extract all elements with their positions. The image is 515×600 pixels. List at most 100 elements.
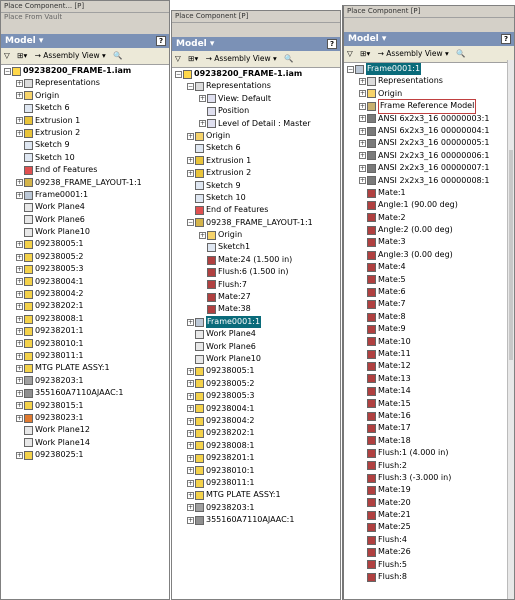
tree-node[interactable]: Mate:1 — [344, 187, 514, 199]
tree-node[interactable]: Mate:18 — [344, 435, 514, 447]
expand-icon[interactable]: + — [359, 78, 366, 86]
tree-node[interactable]: + ANSI 6x2x3_16 00000004:1 — [344, 125, 514, 137]
expand-icon[interactable]: + — [16, 290, 23, 298]
tree-node[interactable]: Mate:38 — [172, 303, 340, 315]
tree-node[interactable]: Flush:1 (4.000 in) — [344, 447, 514, 459]
tree-node[interactable]: Mate:26 — [344, 546, 514, 558]
expand-icon[interactable]: + — [16, 265, 23, 273]
expand-icon[interactable]: + — [187, 368, 194, 376]
expand-icon[interactable]: + — [16, 92, 23, 100]
tree-node[interactable]: +09238008:1 — [1, 313, 169, 325]
expand-icon[interactable]: + — [199, 231, 206, 239]
tree-node[interactable]: Angle:2 (0.00 deg) — [344, 224, 514, 236]
expand-icon[interactable]: + — [187, 405, 194, 413]
tree-node[interactable]: + Extrusion 1 — [1, 115, 169, 127]
assembly-view-dropdown[interactable]: → Assembly View ▾ — [378, 49, 449, 58]
tree-node[interactable]: Flush:3 (-3.000 in) — [344, 472, 514, 484]
assembly-view-dropdown[interactable]: → Assembly View ▾ — [206, 54, 277, 63]
expand-icon[interactable]: + — [187, 430, 194, 438]
tree-node[interactable]: +09238203:1 — [172, 502, 340, 514]
expand-icon[interactable]: + — [16, 117, 23, 125]
expand-icon[interactable]: + — [16, 352, 23, 360]
tree-node[interactable]: +09238203:1 — [1, 375, 169, 387]
tree-node[interactable]: Sketch 6 — [172, 142, 340, 154]
tree-node[interactable]: Angle:1 (90.00 deg) — [344, 199, 514, 211]
tree-node[interactable]: + Origin — [1, 90, 169, 102]
expand-icon[interactable]: + — [187, 491, 194, 499]
tree-node[interactable]: + Frame0001:1 — [172, 315, 340, 329]
tree-node[interactable]: Mate:4 — [344, 261, 514, 273]
expand-icon[interactable]: + — [16, 377, 23, 385]
tree-node[interactable]: Mate:3 — [344, 236, 514, 248]
tree-node[interactable]: Mate:21 — [344, 509, 514, 521]
tree-node[interactable]: Mate:17 — [344, 422, 514, 434]
tree-node[interactable]: Mate:11 — [344, 348, 514, 360]
tree-node[interactable]: + Level of Detail : Master — [172, 118, 340, 130]
tree-node[interactable]: +09238202:1 — [172, 427, 340, 439]
tree-node[interactable]: +09238023:1 — [1, 412, 169, 424]
tree-node[interactable]: + Frame0001:1 — [1, 189, 169, 201]
tree-node[interactable]: Angle:3 (0.00 deg) — [344, 249, 514, 261]
expand-icon[interactable]: + — [16, 129, 23, 137]
expand-icon[interactable]: + — [187, 380, 194, 388]
expand-icon[interactable]: + — [187, 157, 194, 165]
expand-icon[interactable]: + — [16, 241, 23, 249]
expand-icon[interactable]: + — [16, 402, 23, 410]
tree-node[interactable]: − 09238200_FRAME-1.iam — [1, 65, 169, 77]
tree-node[interactable]: Sketch 9 — [172, 180, 340, 192]
tree-node[interactable]: + Extrusion 2 — [1, 127, 169, 139]
expand-icon[interactable]: + — [16, 253, 23, 261]
tree-node[interactable]: Flush:5 — [344, 559, 514, 571]
tree-node[interactable]: +09238010:1 — [1, 338, 169, 350]
expand-icon[interactable]: + — [16, 451, 23, 459]
expand-icon[interactable]: + — [187, 417, 194, 425]
tree-node[interactable]: + Representations — [1, 77, 169, 89]
tree-node[interactable]: + View: Default — [172, 93, 340, 105]
tree-node[interactable]: Mate:7 — [344, 298, 514, 310]
expand-icon[interactable]: + — [187, 479, 194, 487]
tree-node[interactable]: +09238005:1 — [1, 238, 169, 250]
tree-node[interactable]: Mate:16 — [344, 410, 514, 422]
tree-node[interactable]: +09238201:1 — [172, 452, 340, 464]
expand-icon[interactable]: + — [16, 365, 23, 373]
expand-icon[interactable]: + — [16, 340, 23, 348]
tree-node[interactable]: Sketch 6 — [1, 102, 169, 114]
expand-tree-icon[interactable]: ⊞▾ — [360, 49, 370, 58]
tree-node[interactable]: − 09238_FRAME_LAYOUT-1:1 — [172, 217, 340, 229]
assembly-view-dropdown[interactable]: → Assembly View ▾ — [35, 51, 106, 60]
tree-node[interactable]: Work Plane6 — [172, 341, 340, 353]
tree-node[interactable]: +09238004:2 — [1, 288, 169, 300]
tree-node[interactable]: Mate:12 — [344, 360, 514, 372]
tree-node[interactable]: Mate:13 — [344, 373, 514, 385]
tree-node[interactable]: + Extrusion 1 — [172, 155, 340, 167]
place-component-menu-item[interactable]: Place Component [P] — [344, 6, 514, 18]
tree-node[interactable]: + ANSI 2x2x3_16 00000007:1 — [344, 162, 514, 174]
expand-icon[interactable]: + — [16, 303, 23, 311]
expand-icon[interactable]: + — [187, 467, 194, 475]
expand-icon[interactable]: + — [187, 516, 194, 524]
tree-node[interactable]: Work Plane6 — [1, 214, 169, 226]
tree-node[interactable]: Position — [172, 105, 340, 117]
expand-icon[interactable]: + — [187, 442, 194, 450]
expand-icon[interactable]: + — [16, 80, 23, 88]
tree-node[interactable]: Work Plane4 — [172, 328, 340, 340]
expand-icon[interactable]: + — [359, 140, 366, 148]
help-icon[interactable]: ? — [156, 36, 166, 46]
vertical-scrollbar[interactable] — [507, 60, 514, 599]
tree-node[interactable]: − Representations — [172, 80, 340, 92]
tree-node[interactable]: − Frame0001:1 — [344, 63, 514, 76]
tree-node[interactable]: +09238011:1 — [172, 477, 340, 489]
tree-node[interactable]: Sketch 10 — [1, 152, 169, 164]
tree-node[interactable]: +09238201:1 — [1, 325, 169, 337]
tree-node[interactable]: +09238011:1 — [1, 350, 169, 362]
model-browser-header[interactable]: Model ▾? — [1, 34, 169, 48]
tree-node[interactable]: Mate:15 — [344, 398, 514, 410]
help-icon[interactable]: ? — [327, 39, 337, 49]
expand-tree-icon[interactable]: ⊞▾ — [17, 51, 27, 60]
collapse-icon[interactable]: − — [187, 83, 194, 91]
place-component-menu-item[interactable]: Place Component... [P] — [1, 1, 169, 13]
collapse-icon[interactable]: − — [175, 70, 182, 78]
tree-node[interactable]: Flush:2 — [344, 460, 514, 472]
tree-node[interactable]: +09238004:1 — [1, 276, 169, 288]
expand-icon[interactable]: + — [187, 318, 194, 326]
